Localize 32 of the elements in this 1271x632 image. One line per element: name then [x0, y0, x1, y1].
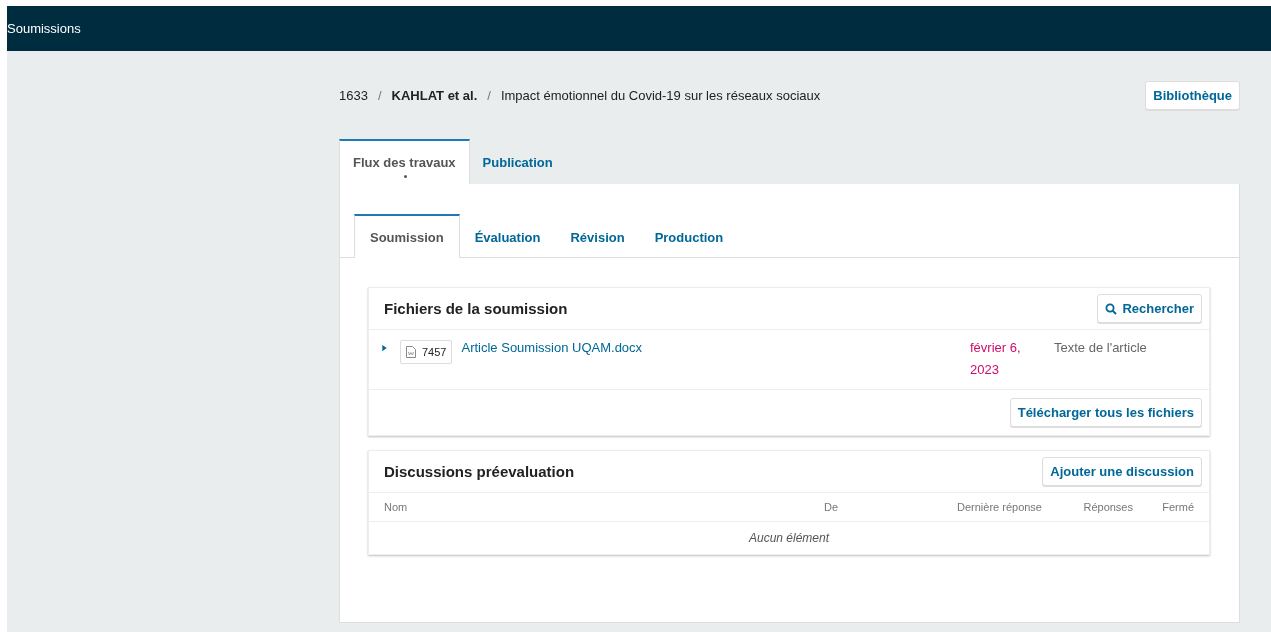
- expand-caret-icon[interactable]: [381, 345, 388, 352]
- column-header: De: [822, 501, 838, 513]
- workflow-tab[interactable]: Flux des travaux: [339, 139, 470, 184]
- file-link[interactable]: Article Soumission UQAM.docx: [461, 340, 970, 355]
- column-header: Dernière réponse: [956, 501, 1042, 513]
- workflow-tab[interactable]: Publication: [469, 139, 566, 184]
- stage-tab[interactable]: Production: [639, 214, 739, 258]
- indicator-dot: [404, 175, 408, 178]
- file-date: février 6, 2023: [970, 339, 1022, 379]
- column-header: Fermé: [1161, 501, 1194, 513]
- search-icon: [1105, 302, 1118, 315]
- card-title: Discussions préevaluation: [384, 463, 575, 480]
- submission-id: 1633: [339, 87, 368, 103]
- download-all-button[interactable]: Télécharger tous les fichiers: [1009, 398, 1202, 427]
- submission-authors: KAHLAT et al.: [391, 87, 478, 103]
- file-type: Texte de l'article: [1054, 340, 1148, 355]
- stage-tab[interactable]: Évaluation: [459, 214, 556, 258]
- column-header: Nom: [384, 501, 409, 513]
- column-header: Réponses: [1082, 501, 1133, 513]
- document-icon: [406, 346, 416, 358]
- empty-message: Aucun élément: [748, 531, 830, 545]
- stage-tab[interactable]: Soumission: [354, 214, 460, 258]
- app-title: Soumissions: [7, 21, 81, 36]
- card-title: Fichiers de la soumission: [384, 300, 568, 317]
- breadcrumb-separator: /: [377, 87, 382, 103]
- stage-tab[interactable]: Révision: [555, 214, 640, 258]
- add-discussion-button[interactable]: Ajouter une discussion: [1042, 457, 1202, 486]
- submission-title: Impact émotionnel du Covid-19 sur les réseaux sociaux: [500, 87, 821, 103]
- breadcrumb-separator: /: [487, 87, 491, 103]
- library-button[interactable]: Bibliothèque: [1145, 80, 1240, 110]
- file-id-badge: 7457: [400, 340, 453, 364]
- search-button[interactable]: Rechercher: [1097, 294, 1202, 323]
